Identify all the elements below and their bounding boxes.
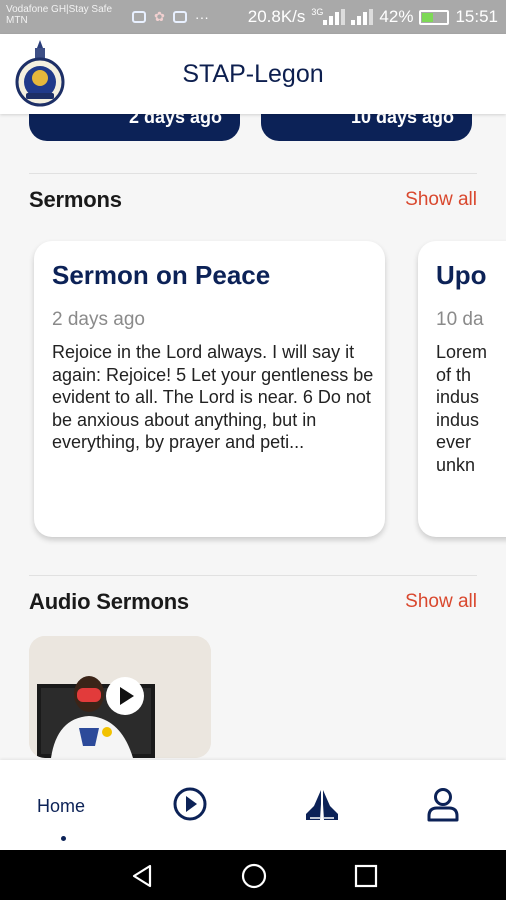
sermon-excerpt: Rejoice in the Lord always. I will say i…	[52, 342, 374, 452]
page-title: STAP-Legon	[182, 60, 324, 88]
active-tab-indicator	[61, 836, 66, 841]
audio-sermon-thumbnail[interactable]	[29, 636, 211, 758]
audio-sermons-heading: Audio Sermons	[29, 589, 189, 614]
back-icon[interactable]	[128, 862, 156, 890]
sermon-excerpt: Lorem of th indus indus ever unkn	[436, 341, 506, 476]
excerpt-line: Lorem	[436, 342, 488, 362]
excerpt-line: unkn	[436, 454, 476, 475]
announcement-card-2[interactable]: 10 days ago	[261, 114, 472, 141]
signal-icon	[323, 9, 346, 25]
flower-icon: ✿	[154, 9, 165, 24]
carrier-line-1: Vodafone GH|Stay Safe	[6, 4, 113, 15]
excerpt-line: of th	[436, 364, 472, 385]
sermon-date: 2 days ago	[52, 309, 145, 330]
home-circle-icon[interactable]	[240, 862, 268, 890]
sermon-title: Upo	[436, 260, 487, 290]
clock: 15:51	[455, 7, 498, 26]
battery-icon	[419, 9, 450, 25]
play-icon[interactable]	[105, 676, 145, 716]
system-navigation-bar	[0, 850, 506, 900]
section-divider	[29, 173, 477, 174]
more-icon: ···	[194, 9, 209, 25]
section-divider	[29, 575, 477, 576]
sermon-card-partial[interactable]: Upo 10 da Lorem of th indus indus ever u…	[418, 241, 506, 537]
recents-icon[interactable]	[352, 862, 380, 890]
battery-percent: 42%	[379, 7, 414, 26]
chat-icon	[172, 11, 187, 23]
app-screen: Vodafone GH|Stay Safe MTN ✿ ··· 20.8K/s …	[0, 0, 506, 900]
app-header: STAP-Legon	[0, 34, 506, 114]
sermons-show-all-link[interactable]: Show all	[405, 189, 477, 211]
sermon-card[interactable]: Sermon on Peace 2 days ago Rejoice in th…	[34, 241, 385, 537]
status-right: 20.8K/s 3G 42% 15:51	[248, 7, 498, 27]
profile-icon[interactable]	[423, 784, 463, 824]
excerpt-line: ever	[436, 432, 472, 452]
carrier-line-2: MTN	[6, 15, 28, 26]
status-bar: Vodafone GH|Stay Safe MTN ✿ ··· 20.8K/s …	[0, 0, 506, 34]
excerpt-line: indus	[436, 387, 480, 407]
sermons-heading: Sermons	[29, 187, 122, 212]
sermon-title: Sermon on Peace	[52, 260, 271, 290]
sermon-date: 10 da	[436, 309, 484, 330]
signal-icon-2	[351, 9, 374, 25]
message-icon	[132, 11, 146, 23]
announcement-date: 2 days ago	[128, 114, 222, 127]
network-speed: 20.8K/s	[247, 7, 306, 26]
network-type: 3G	[311, 7, 324, 17]
carrier-info: Vodafone GH|Stay Safe MTN	[6, 4, 112, 26]
bottom-navigation: Home	[0, 760, 506, 850]
notification-icons: ✿ ···	[132, 9, 209, 25]
audio-sermons-show-all-link[interactable]: Show all	[405, 591, 477, 613]
home-feed[interactable]: 2 days ago 10 days ago Sermons Show all …	[0, 114, 506, 760]
nav-home-tab[interactable]: Home	[37, 796, 85, 817]
announcement-date: 10 days ago	[350, 114, 454, 127]
excerpt-line: indus	[436, 409, 480, 430]
announcement-card-1[interactable]: 2 days ago	[29, 114, 240, 141]
play-circle-icon[interactable]	[170, 784, 210, 824]
praying-hands-icon[interactable]	[300, 784, 344, 824]
